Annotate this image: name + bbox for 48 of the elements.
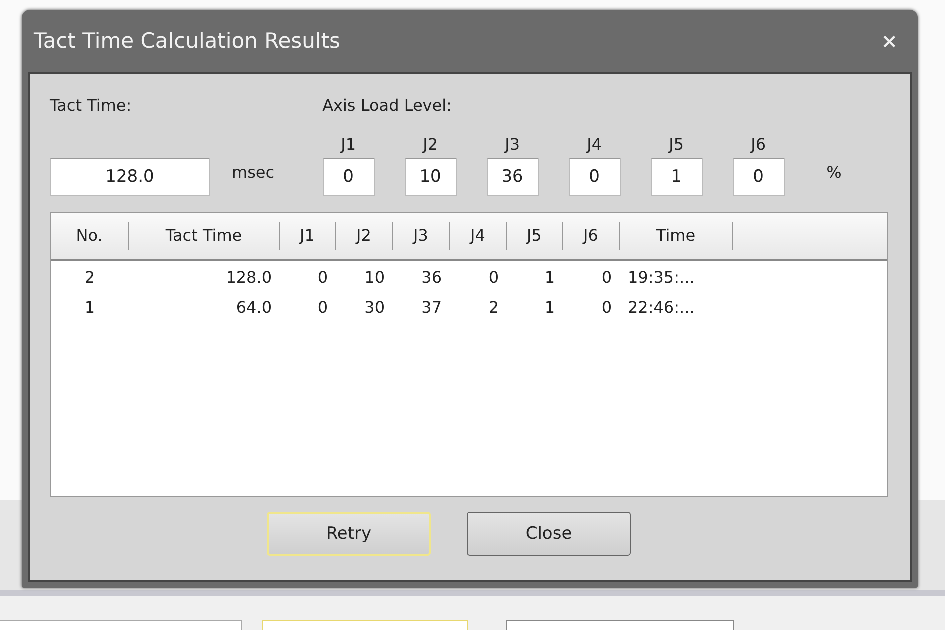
axis-label: J1 — [341, 135, 356, 154]
column-header[interactable]: J1 — [280, 222, 336, 250]
axis-load-label: Axis Load Level: — [322, 96, 453, 115]
table-cell-text: 30 — [364, 298, 386, 316]
table-cell-text: 2 — [84, 268, 96, 286]
table-cell-text: 37 — [420, 298, 443, 316]
retry-button[interactable]: Retry — [267, 512, 431, 556]
tact-time-field[interactable]: 128.0 — [50, 158, 210, 196]
axis-load-field[interactable]: 36 — [486, 158, 539, 196]
table-cell-text: 36 — [420, 268, 443, 286]
column-header[interactable]: J4 — [450, 222, 507, 250]
table-cell-text: 0 — [600, 298, 613, 316]
table-cell-text: 0 — [316, 298, 329, 316]
axis-label: J3 — [505, 135, 520, 154]
axis-load-field[interactable]: 0 — [322, 158, 375, 196]
table-cell-text: 22:46:... — [627, 298, 696, 316]
column-header[interactable]: Tact Time — [129, 222, 280, 250]
unit-label: % — [826, 163, 842, 182]
column-header[interactable]: J3 — [393, 222, 450, 250]
table-cell-text: 0 — [488, 268, 500, 286]
table-cell-text: 64.0 — [235, 298, 273, 316]
window-title: Tact Time Calculation Results — [34, 29, 340, 53]
table-cell-text: 0 — [316, 268, 329, 286]
close-button[interactable]: × — [875, 29, 904, 53]
close-dialog-button[interactable]: Close — [467, 512, 631, 556]
axis-load-field[interactable]: 0 — [732, 158, 785, 196]
table-cell-text: 1 — [544, 268, 556, 286]
table-cell-text: 0 — [600, 268, 613, 286]
axis-load-field[interactable]: 1 — [650, 158, 703, 196]
axis-load-field[interactable]: 0 — [568, 158, 621, 196]
table-cell-text: 19:35:... — [627, 268, 696, 286]
axis-label: J6 — [751, 135, 766, 154]
column-header[interactable]: J2 — [336, 222, 393, 250]
tact-time-label: Tact Time: — [50, 96, 133, 115]
table-cell-text: 128.0 — [225, 268, 273, 286]
column-header[interactable]: J6 — [563, 222, 620, 250]
table-cell-text: 2 — [488, 298, 500, 316]
column-header[interactable]: J5 — [507, 222, 563, 250]
axis-label: J4 — [587, 135, 602, 154]
table-cell-text: 10 — [364, 268, 386, 286]
column-header[interactable]: Time — [620, 222, 733, 250]
unit-label: msec — [232, 163, 275, 182]
axis-label: J5 — [669, 135, 684, 154]
table-cell-text: 1 — [544, 298, 556, 316]
column-header[interactable]: No. — [51, 222, 129, 250]
table-cell-text: 1 — [84, 298, 96, 316]
axis-load-field[interactable]: 10 — [404, 158, 457, 196]
axis-label: J2 — [423, 135, 438, 154]
